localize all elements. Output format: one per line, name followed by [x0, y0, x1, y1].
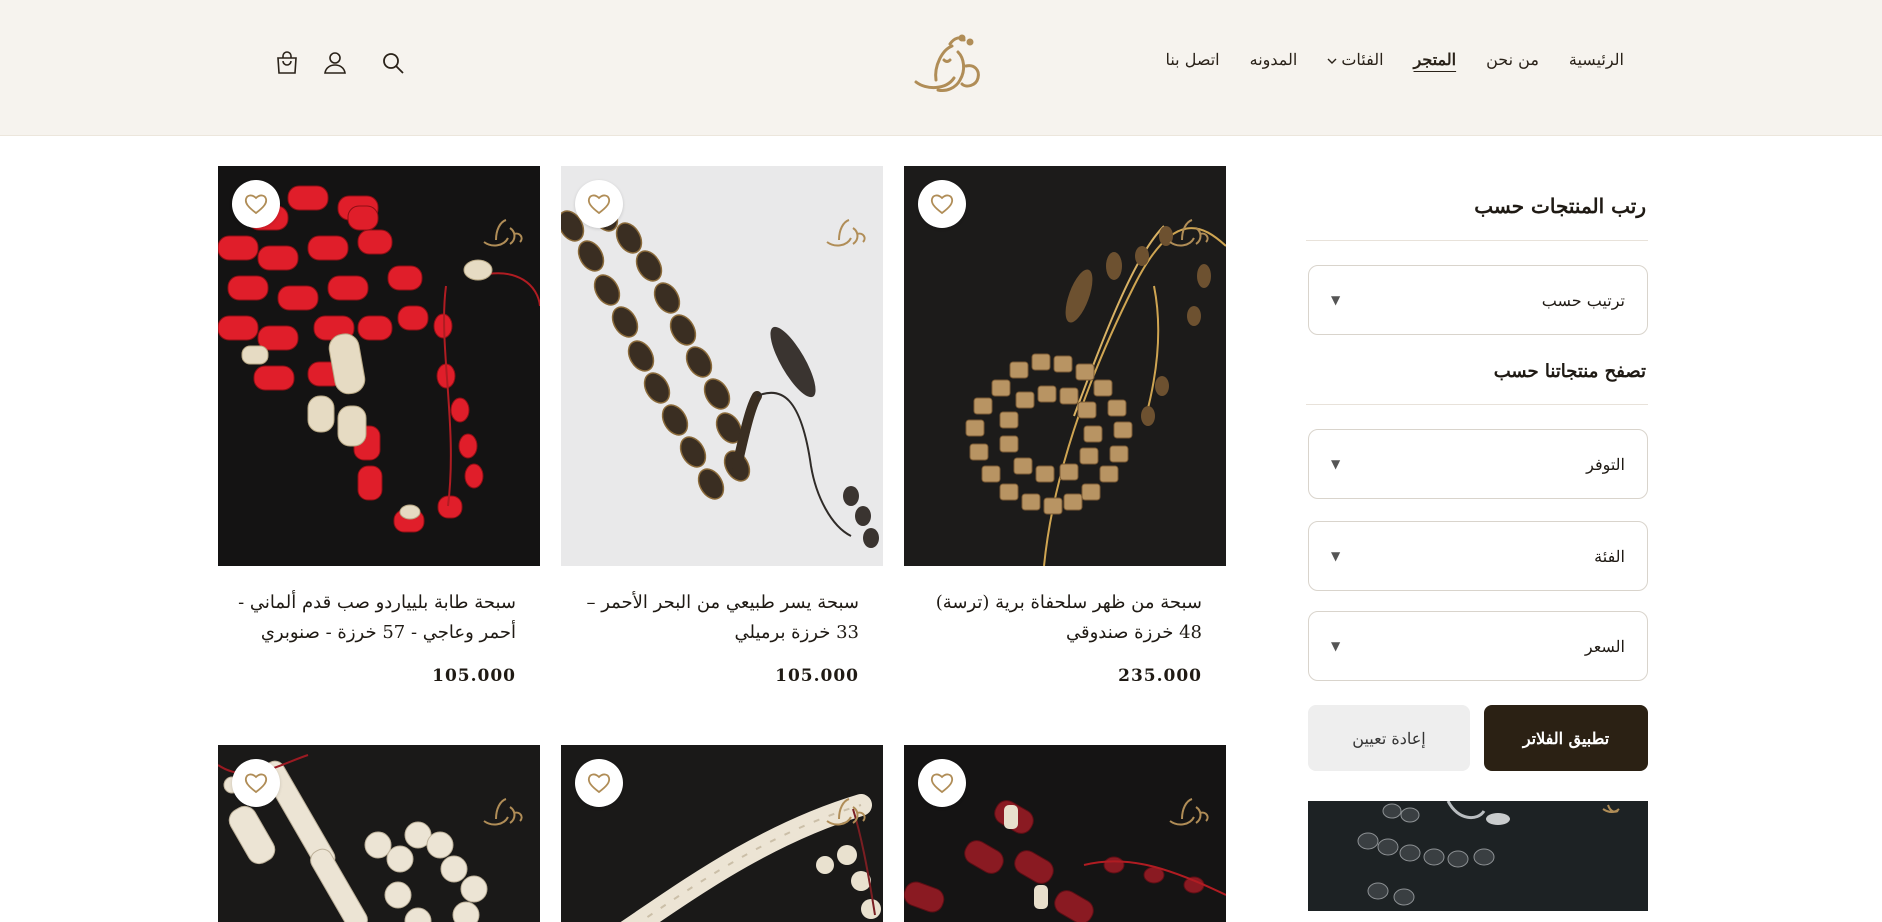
sort-select[interactable]: ترتيب حسب ▼	[1308, 265, 1648, 335]
product-image[interactable]	[561, 745, 883, 922]
product-card[interactable]: سبحة من ظهر سلحفاة برية (ترسة) 48 خرزة ص…	[904, 166, 1226, 686]
sort-select-label: ترتيب حسب	[1541, 290, 1625, 310]
product-image[interactable]	[561, 166, 883, 566]
category-label: الفئة	[1594, 546, 1625, 566]
search-icon[interactable]	[378, 48, 408, 78]
wishlist-heart-icon[interactable]	[232, 180, 280, 228]
watermark-logo	[1169, 219, 1209, 247]
product-image[interactable]	[904, 745, 1226, 922]
site-header: الرئيسية من نحن المتجر الفئات المدونه ات…	[0, 0, 1882, 136]
product-title[interactable]: سبحة يسر طبيعي من البحر الأحمر – 33 خرزة…	[561, 566, 883, 656]
product-price: 105.000	[432, 666, 516, 686]
browse-title: تصفح منتجاتنا حسب	[1306, 339, 1648, 405]
product-title[interactable]: سبحة طابة بليياردو صب قدم ألماني - أحمر …	[218, 566, 540, 656]
watermark-logo	[826, 798, 866, 826]
main-nav: الرئيسية من نحن المتجر الفئات المدونه ات…	[1165, 50, 1624, 69]
nav-blog[interactable]: المدونه	[1250, 50, 1298, 69]
caret-down-icon: ▼	[1331, 639, 1341, 653]
product-title[interactable]: سبحة من ظهر سلحفاة برية (ترسة) 48 خرزة ص…	[904, 566, 1226, 656]
caret-down-icon: ▼	[1331, 457, 1341, 471]
wishlist-heart-icon[interactable]	[918, 180, 966, 228]
product-image[interactable]	[218, 166, 540, 566]
reset-filters-button[interactable]: إعادة تعيين	[1308, 705, 1470, 771]
nav-categories-label: الفئات	[1341, 50, 1384, 69]
product-card[interactable]	[904, 745, 1226, 922]
product-price: 235.000	[1118, 666, 1202, 686]
price-label: السعر	[1584, 636, 1625, 656]
wishlist-heart-icon[interactable]	[575, 759, 623, 807]
product-image[interactable]	[218, 745, 540, 922]
caret-down-icon: ▼	[1331, 549, 1341, 563]
nav-shop[interactable]: المتجر	[1414, 50, 1457, 69]
nav-contact[interactable]: اتصل بنا	[1165, 50, 1219, 69]
product-card[interactable]	[561, 745, 883, 922]
header-actions	[272, 48, 408, 78]
sort-title: رتب المنتجات حسب	[1306, 166, 1648, 241]
caret-down-icon: ▼	[1331, 293, 1341, 307]
watermark-logo	[826, 219, 866, 247]
watermark-logo	[483, 798, 523, 826]
nav-about[interactable]: من نحن	[1486, 50, 1539, 69]
availability-filter[interactable]: التوفر ▼	[1308, 429, 1648, 499]
product-card[interactable]	[218, 745, 540, 922]
product-card[interactable]: سبحة طابة بليياردو صب قدم ألماني - أحمر …	[218, 166, 540, 686]
promo-banner[interactable]	[1308, 801, 1648, 911]
filter-sidebar: رتب المنتجات حسب ترتيب حسب ▼ تصفح منتجات…	[1306, 166, 1648, 911]
wishlist-heart-icon[interactable]	[918, 759, 966, 807]
wishlist-heart-icon[interactable]	[575, 180, 623, 228]
nav-home[interactable]: الرئيسية	[1569, 50, 1624, 69]
category-filter[interactable]: الفئة ▼	[1308, 521, 1648, 591]
apply-filters-button[interactable]: تطبيق الفلاتر	[1484, 705, 1648, 771]
cart-icon[interactable]	[272, 48, 302, 78]
watermark-logo	[1169, 798, 1209, 826]
product-price: 105.000	[775, 666, 859, 686]
watermark-logo	[483, 219, 523, 247]
availability-label: التوفر	[1586, 454, 1625, 474]
nav-categories[interactable]: الفئات	[1327, 50, 1384, 69]
brand-logo[interactable]	[906, 30, 990, 100]
product-card[interactable]: سبحة يسر طبيعي من البحر الأحمر – 33 خرزة…	[561, 166, 883, 686]
price-filter[interactable]: السعر ▼	[1308, 611, 1648, 681]
user-icon[interactable]	[320, 48, 350, 78]
promo-image	[1308, 801, 1648, 911]
wishlist-heart-icon[interactable]	[232, 759, 280, 807]
product-image[interactable]	[904, 166, 1226, 566]
chevron-down-icon	[1327, 50, 1337, 69]
filter-actions: تطبيق الفلاتر إعادة تعيين	[1306, 705, 1648, 771]
